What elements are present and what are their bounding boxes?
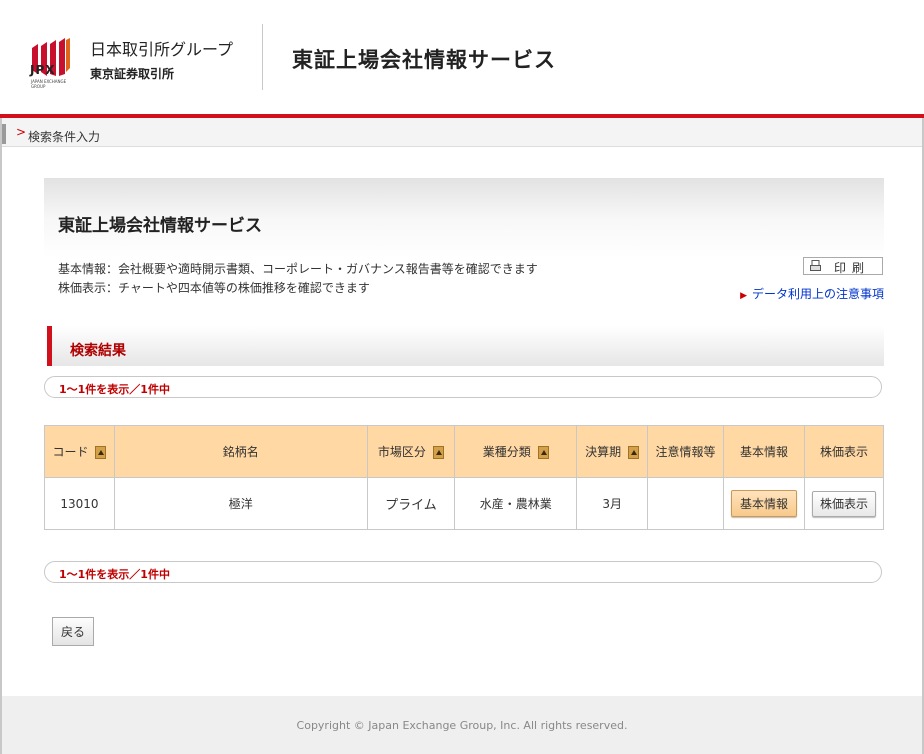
print-button[interactable]: 印刷: [803, 257, 883, 275]
cell-industry: 水産・農林業: [454, 477, 578, 530]
cell-name: 極洋: [113, 477, 368, 530]
result-count-top: 1～1件を表示／1件中: [44, 376, 882, 398]
cell-market: プライム: [366, 477, 456, 530]
breadcrumb-accent: [2, 124, 6, 144]
info-description-stock: 株価表示：チャートや四本値等の株価推移を確認できます: [58, 281, 370, 295]
column-header-industry[interactable]: 業種分類: [454, 425, 578, 478]
sort-icon[interactable]: [95, 446, 107, 459]
printer-icon: [810, 260, 821, 271]
sort-icon[interactable]: [537, 446, 549, 459]
breadcrumb: > 検索条件入力: [2, 118, 922, 147]
brand-subname: 東京証券取引所: [90, 67, 175, 81]
info-description-basic: 基本情報：会社概要や適時開示書類、コーポレート・ガバナンス報告書等を確認できます: [58, 262, 538, 276]
cell-basic-info: 基本情報: [723, 477, 805, 530]
jpx-logo-subtext: JAPAN EXCHANGE GROUP: [31, 79, 67, 89]
footer: Copyright © Japan Exchange Group, Inc. A…: [2, 696, 922, 754]
cell-code: 13010: [44, 477, 115, 530]
table-header-row: コード 銘柄名 市場区分 業種分類 決算期 注意情報等 基本情報 株価表示: [44, 425, 885, 478]
info-title: 東証上場会社情報サービス: [58, 216, 262, 236]
table-row: 13010 極洋 プライム 水産・農林業 3月 基本情報 株価表示: [44, 477, 885, 530]
column-header-name: 銘柄名: [113, 425, 368, 478]
site-title: 東証上場会社情報サービス: [292, 48, 556, 72]
basic-info-button[interactable]: 基本情報: [730, 490, 797, 517]
stock-view-button[interactable]: 株価表示: [811, 490, 876, 517]
breadcrumb-item-search-conditions[interactable]: 検索条件入力: [28, 128, 100, 145]
column-header-code[interactable]: コード: [44, 425, 115, 478]
cell-fiscal: 3月: [576, 477, 649, 530]
result-count-text: 1～1件を表示／1件中: [59, 383, 170, 396]
column-header-market[interactable]: 市場区分: [366, 425, 456, 478]
notice-link-label: データ利用上の注意事項: [751, 287, 884, 301]
sort-icon[interactable]: [432, 446, 444, 459]
service-info-panel: 東証上場会社情報サービス 基本情報：会社概要や適時開示書類、コーポレート・ガバナ…: [44, 178, 884, 326]
results-section-title: 検索結果: [70, 343, 126, 359]
result-count-bottom: 1～1件を表示／1件中: [44, 561, 882, 583]
triangle-right-icon: ▶: [740, 291, 747, 301]
brand-name: 日本取引所グループ: [90, 40, 234, 59]
column-header-basic-info: 基本情報: [723, 425, 805, 478]
site-header: JPX JAPAN EXCHANGE GROUP 日本取引所グループ 東京証券取…: [0, 0, 924, 114]
results-section-header: 検索結果: [47, 326, 884, 366]
header-divider: [262, 24, 263, 90]
column-header-stock-view: 株価表示: [803, 425, 885, 478]
sort-icon[interactable]: [628, 446, 640, 459]
results-table: コード 銘柄名 市場区分 業種分類 決算期 注意情報等 基本情報 株価表示 13…: [44, 425, 885, 530]
column-header-fiscal[interactable]: 決算期: [576, 425, 649, 478]
jpx-logo-text: JPX: [30, 63, 56, 77]
data-usage-notice-link[interactable]: ▶ データ利用上の注意事項: [740, 285, 884, 302]
breadcrumb-arrow-icon: >: [16, 125, 27, 139]
cell-stock-view: 株価表示: [803, 477, 885, 530]
column-header-caution: 注意情報等: [647, 425, 724, 478]
print-button-label: 印刷: [834, 261, 871, 275]
cell-caution: [647, 477, 724, 530]
result-count-text: 1～1件を表示／1件中: [59, 568, 170, 581]
copyright-text: Copyright © Japan Exchange Group, Inc. A…: [296, 719, 628, 732]
back-button[interactable]: 戻る: [52, 617, 94, 646]
